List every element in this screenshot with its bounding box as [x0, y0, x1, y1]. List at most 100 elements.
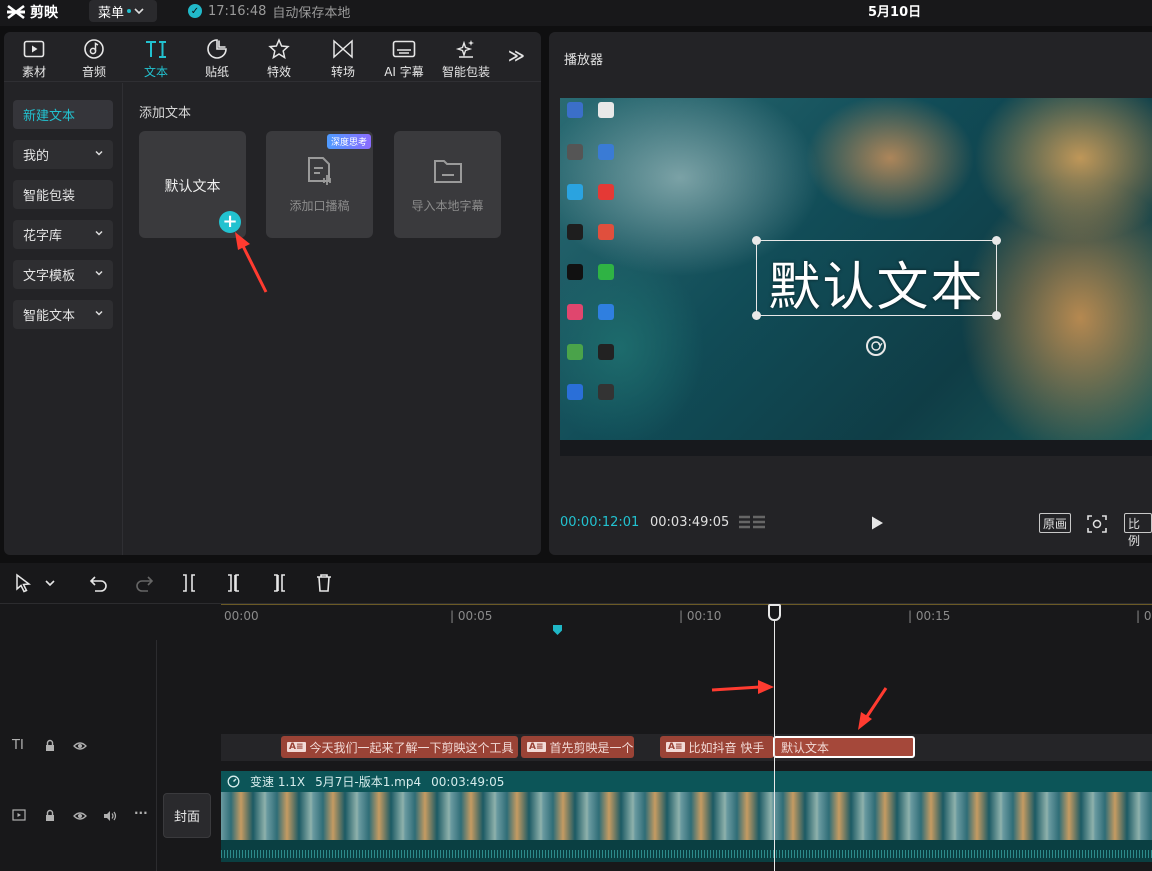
menu-button[interactable]: 菜单 — [89, 0, 157, 22]
tab-text[interactable]: 文本 — [128, 38, 184, 80]
folder-icon — [434, 160, 462, 183]
desktop-icon — [567, 304, 583, 320]
asset-panel: 素材 音频 文本 贴纸 特效 转场 AI 字幕 智能包装 ≫ 新建文本 我的 智… — [4, 32, 541, 555]
fullscreen-focus-icon[interactable] — [1086, 514, 1108, 534]
check-icon: ✓ — [188, 4, 202, 18]
tab-ai-caption[interactable]: AI 字幕 — [376, 38, 432, 80]
tab-sticker[interactable]: 贴纸 — [189, 38, 245, 80]
effects-icon — [268, 38, 290, 60]
top-bar: 剪映 菜单 ✓ 17:16:48 自动保存本地 5月10日 — [0, 0, 1152, 26]
more-options-icon[interactable]: ··· — [134, 806, 148, 820]
video-thumbnails — [221, 792, 1152, 840]
playhead-line[interactable] — [774, 604, 775, 871]
chevron-down-icon — [95, 230, 103, 236]
tab-label: 素材 — [21, 65, 46, 79]
video-preview[interactable]: 默认文本 — [560, 98, 1152, 456]
tick-label: | 00:10 — [679, 609, 722, 623]
tab-effects[interactable]: 特效 — [251, 38, 307, 80]
split-icon[interactable] — [180, 573, 198, 593]
desktop-icon — [567, 224, 583, 240]
delete-icon[interactable] — [315, 573, 333, 593]
cover-button[interactable]: 封面 — [163, 793, 211, 838]
time-ruler[interactable]: 00:00 | 00:05 | 00:10 | 00:15 | 0 — [221, 604, 1152, 629]
play-icon[interactable] — [869, 515, 885, 531]
desktop-icon — [598, 384, 614, 400]
desktop-icon — [598, 264, 614, 280]
autosave-status: ✓ 17:16:48 自动保存本地 — [188, 2, 351, 21]
clip-label: 今天我们一起来了解一下剪映这个工具 — [309, 740, 514, 755]
eye-icon[interactable] — [73, 811, 87, 821]
menu-label: 菜单 — [98, 5, 125, 21]
total-time: 00:03:49:05 — [650, 515, 730, 530]
tab-label: 转场 — [330, 65, 355, 79]
text-clip-selected[interactable]: 默认文本 — [773, 736, 915, 758]
tick-label: | 0 — [1136, 609, 1152, 623]
player-title: 播放器 — [564, 53, 604, 68]
tab-transition[interactable]: 转场 — [315, 38, 371, 80]
text-clip[interactable]: A≡ 首先剪映是一个 — [521, 736, 634, 758]
card-label: 默认文本 — [164, 179, 221, 195]
add-script-card[interactable]: 深度思考 添加口播稿 — [266, 131, 373, 238]
import-subtitle-card[interactable]: 导入本地字幕 — [394, 131, 501, 238]
trim-right-icon[interactable] — [270, 573, 288, 593]
autosave-text: 自动保存本地 — [272, 5, 351, 21]
section-title: 添加文本 — [139, 106, 192, 121]
select-cursor-icon[interactable] — [14, 573, 32, 593]
chevron-down-icon — [95, 310, 103, 316]
undo-icon[interactable] — [89, 573, 109, 593]
clip-speed: 变速 1.1X — [250, 775, 306, 789]
timeline-toolbar — [0, 563, 1152, 604]
tab-label: 文本 — [143, 65, 168, 79]
text-clip[interactable]: A≡ 今天我们一起来了解一下剪映这个工具 — [281, 736, 518, 758]
volume-icon[interactable] — [103, 810, 117, 822]
redo-icon[interactable] — [134, 573, 154, 593]
nav-label: 新建文本 — [23, 109, 76, 124]
rotate-icon[interactable] — [866, 336, 886, 356]
eye-icon[interactable] — [73, 741, 87, 751]
grid-view-icon[interactable] — [738, 514, 766, 532]
nav-fancy-text[interactable]: 花字库 — [13, 220, 113, 249]
clip-duration: 00:03:49:05 — [431, 774, 505, 789]
nav-mine[interactable]: 我的 — [13, 140, 113, 169]
video-track[interactable]: 变速 1.1X 5月7日-版本1.mp4 00:03:49:05 — [221, 771, 1152, 862]
default-text-card[interactable]: 默认文本 + — [139, 131, 246, 238]
nav-new-text[interactable]: 新建文本 — [13, 100, 113, 129]
chevron-down-icon[interactable] — [44, 579, 56, 587]
tab-label: AI 字幕 — [384, 65, 424, 79]
tab-label: 音频 — [81, 65, 106, 79]
nav-label: 文字模板 — [23, 269, 76, 284]
video-track-icon — [12, 809, 26, 821]
lock-icon[interactable] — [44, 739, 56, 752]
desktop-icon — [598, 304, 614, 320]
timeline: 00:00 | 00:05 | 00:10 | 00:15 | 0 TI ···… — [0, 604, 1152, 871]
nav-text-template[interactable]: 文字模板 — [13, 260, 113, 289]
text-overlay[interactable]: 默认文本 — [757, 245, 996, 320]
resize-handle[interactable] — [752, 311, 761, 320]
text-clip-icon: A≡ — [666, 742, 685, 752]
original-quality-button[interactable]: 原画 — [1039, 513, 1072, 533]
chevron-down-icon — [95, 270, 103, 276]
text-clip-icon: A≡ — [287, 742, 306, 752]
nav-smart-pack[interactable]: 智能包装 — [13, 180, 113, 209]
current-time: 00:00:12:01 — [560, 515, 640, 530]
desktop-icon — [598, 344, 614, 360]
tab-media[interactable]: 素材 — [6, 38, 62, 80]
resize-handle[interactable] — [992, 236, 1001, 245]
nav-smart-text[interactable]: 智能文本 — [13, 300, 113, 329]
aspect-ratio-button[interactable]: 比例 — [1124, 513, 1152, 548]
app-logo: 剪映 — [6, 2, 58, 22]
card-label: 导入本地字幕 — [411, 199, 484, 213]
text-overlay-box[interactable]: 默认文本 — [752, 236, 1001, 320]
playhead-handle[interactable] — [768, 604, 781, 621]
tab-audio[interactable]: 音频 — [66, 38, 122, 80]
tab-smart-pack[interactable]: 智能包装 — [435, 38, 497, 80]
resize-handle[interactable] — [992, 311, 1001, 320]
timeline-marker[interactable] — [553, 625, 562, 635]
more-tabs-icon[interactable]: ≫ — [508, 46, 525, 65]
add-icon[interactable]: + — [219, 211, 241, 233]
lock-icon[interactable] — [44, 809, 56, 822]
tick-label: | 00:15 — [908, 609, 951, 623]
text-clip[interactable]: A≡ 比如抖音 快手 — [660, 736, 774, 758]
trim-left-icon[interactable] — [225, 573, 243, 593]
resize-handle[interactable] — [752, 236, 761, 245]
